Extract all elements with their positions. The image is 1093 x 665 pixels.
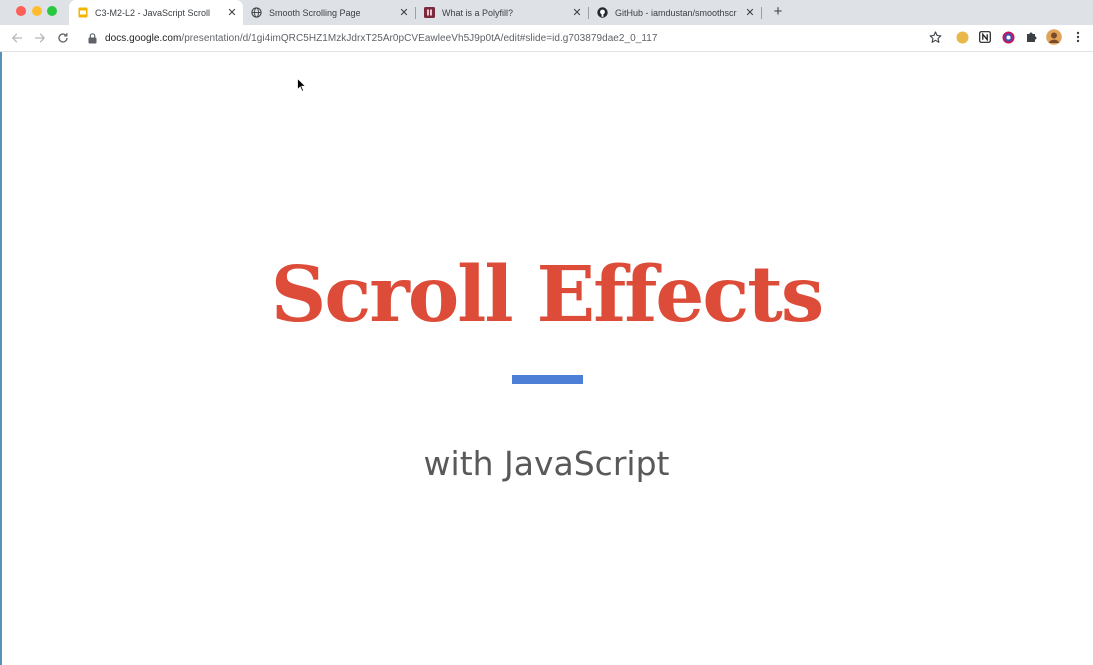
window-edge bbox=[0, 52, 2, 665]
url-host: docs.google.com bbox=[105, 32, 182, 44]
color-picker-icon[interactable] bbox=[1001, 30, 1015, 44]
yellow-extension-icon[interactable] bbox=[955, 30, 969, 44]
close-tab-icon[interactable]: ✕ bbox=[397, 6, 411, 19]
tab-github[interactable]: GitHub - iamdustan/smoothscr ✕ bbox=[589, 0, 761, 25]
puzzle-icon[interactable] bbox=[1024, 30, 1038, 44]
tab-strip: C3-M2-L2 - JavaScript Scroll ✕ Smooth Sc… bbox=[0, 0, 1093, 25]
close-tab-icon[interactable]: ✕ bbox=[743, 6, 757, 19]
maximize-window-button[interactable] bbox=[47, 6, 57, 16]
close-window-button[interactable] bbox=[16, 6, 26, 16]
mouse-cursor-icon bbox=[297, 77, 307, 92]
tab-google-slides[interactable]: C3-M2-L2 - JavaScript Scroll ✕ bbox=[69, 0, 243, 25]
tab-title: GitHub - iamdustan/smoothscr bbox=[615, 7, 737, 18]
tab-polyfill[interactable]: What is a Polyfill? ✕ bbox=[416, 0, 588, 25]
kebab-menu-icon[interactable] bbox=[1071, 30, 1085, 44]
back-icon[interactable] bbox=[9, 30, 25, 46]
site-favicon-icon bbox=[424, 7, 435, 18]
tab-separator bbox=[761, 7, 762, 19]
notion-icon[interactable] bbox=[978, 30, 992, 44]
globe-icon bbox=[251, 7, 262, 18]
browser-window: C3-M2-L2 - JavaScript Scroll ✕ Smooth Sc… bbox=[0, 0, 1093, 665]
minimize-window-button[interactable] bbox=[32, 6, 42, 16]
bookmark-star-icon[interactable] bbox=[929, 31, 943, 45]
reload-icon[interactable] bbox=[55, 30, 71, 46]
profile-avatar[interactable] bbox=[1046, 29, 1062, 45]
close-tab-icon[interactable]: ✕ bbox=[570, 6, 584, 19]
github-icon bbox=[597, 7, 608, 18]
address-bar[interactable]: docs.google.com/presentation/d/1gi4imQRC… bbox=[82, 28, 948, 48]
close-tab-icon[interactable]: ✕ bbox=[225, 6, 239, 19]
slide-title: Scroll Effects bbox=[270, 250, 824, 340]
tab-title: Smooth Scrolling Page bbox=[269, 7, 361, 18]
url-path: /presentation/d/1gi4imQRC5HZ1MzkJdrxT25A… bbox=[181, 32, 658, 44]
slide-canvas bbox=[0, 52, 1093, 665]
tab-title: What is a Polyfill? bbox=[442, 7, 514, 18]
forward-icon[interactable] bbox=[32, 30, 48, 46]
google-slides-icon bbox=[77, 7, 88, 18]
tab-smooth-scrolling[interactable]: Smooth Scrolling Page ✕ bbox=[243, 0, 415, 25]
tab-title: C3-M2-L2 - JavaScript Scroll bbox=[95, 7, 211, 18]
new-tab-button[interactable]: + bbox=[770, 3, 786, 21]
slide-subtitle: with JavaScript bbox=[423, 444, 670, 483]
slide-divider bbox=[512, 375, 583, 384]
browser-toolbar: docs.google.com/presentation/d/1gi4imQRC… bbox=[0, 25, 1093, 52]
url-text: docs.google.com/presentation/d/1gi4imQRC… bbox=[105, 33, 657, 44]
lock-icon bbox=[88, 32, 98, 44]
